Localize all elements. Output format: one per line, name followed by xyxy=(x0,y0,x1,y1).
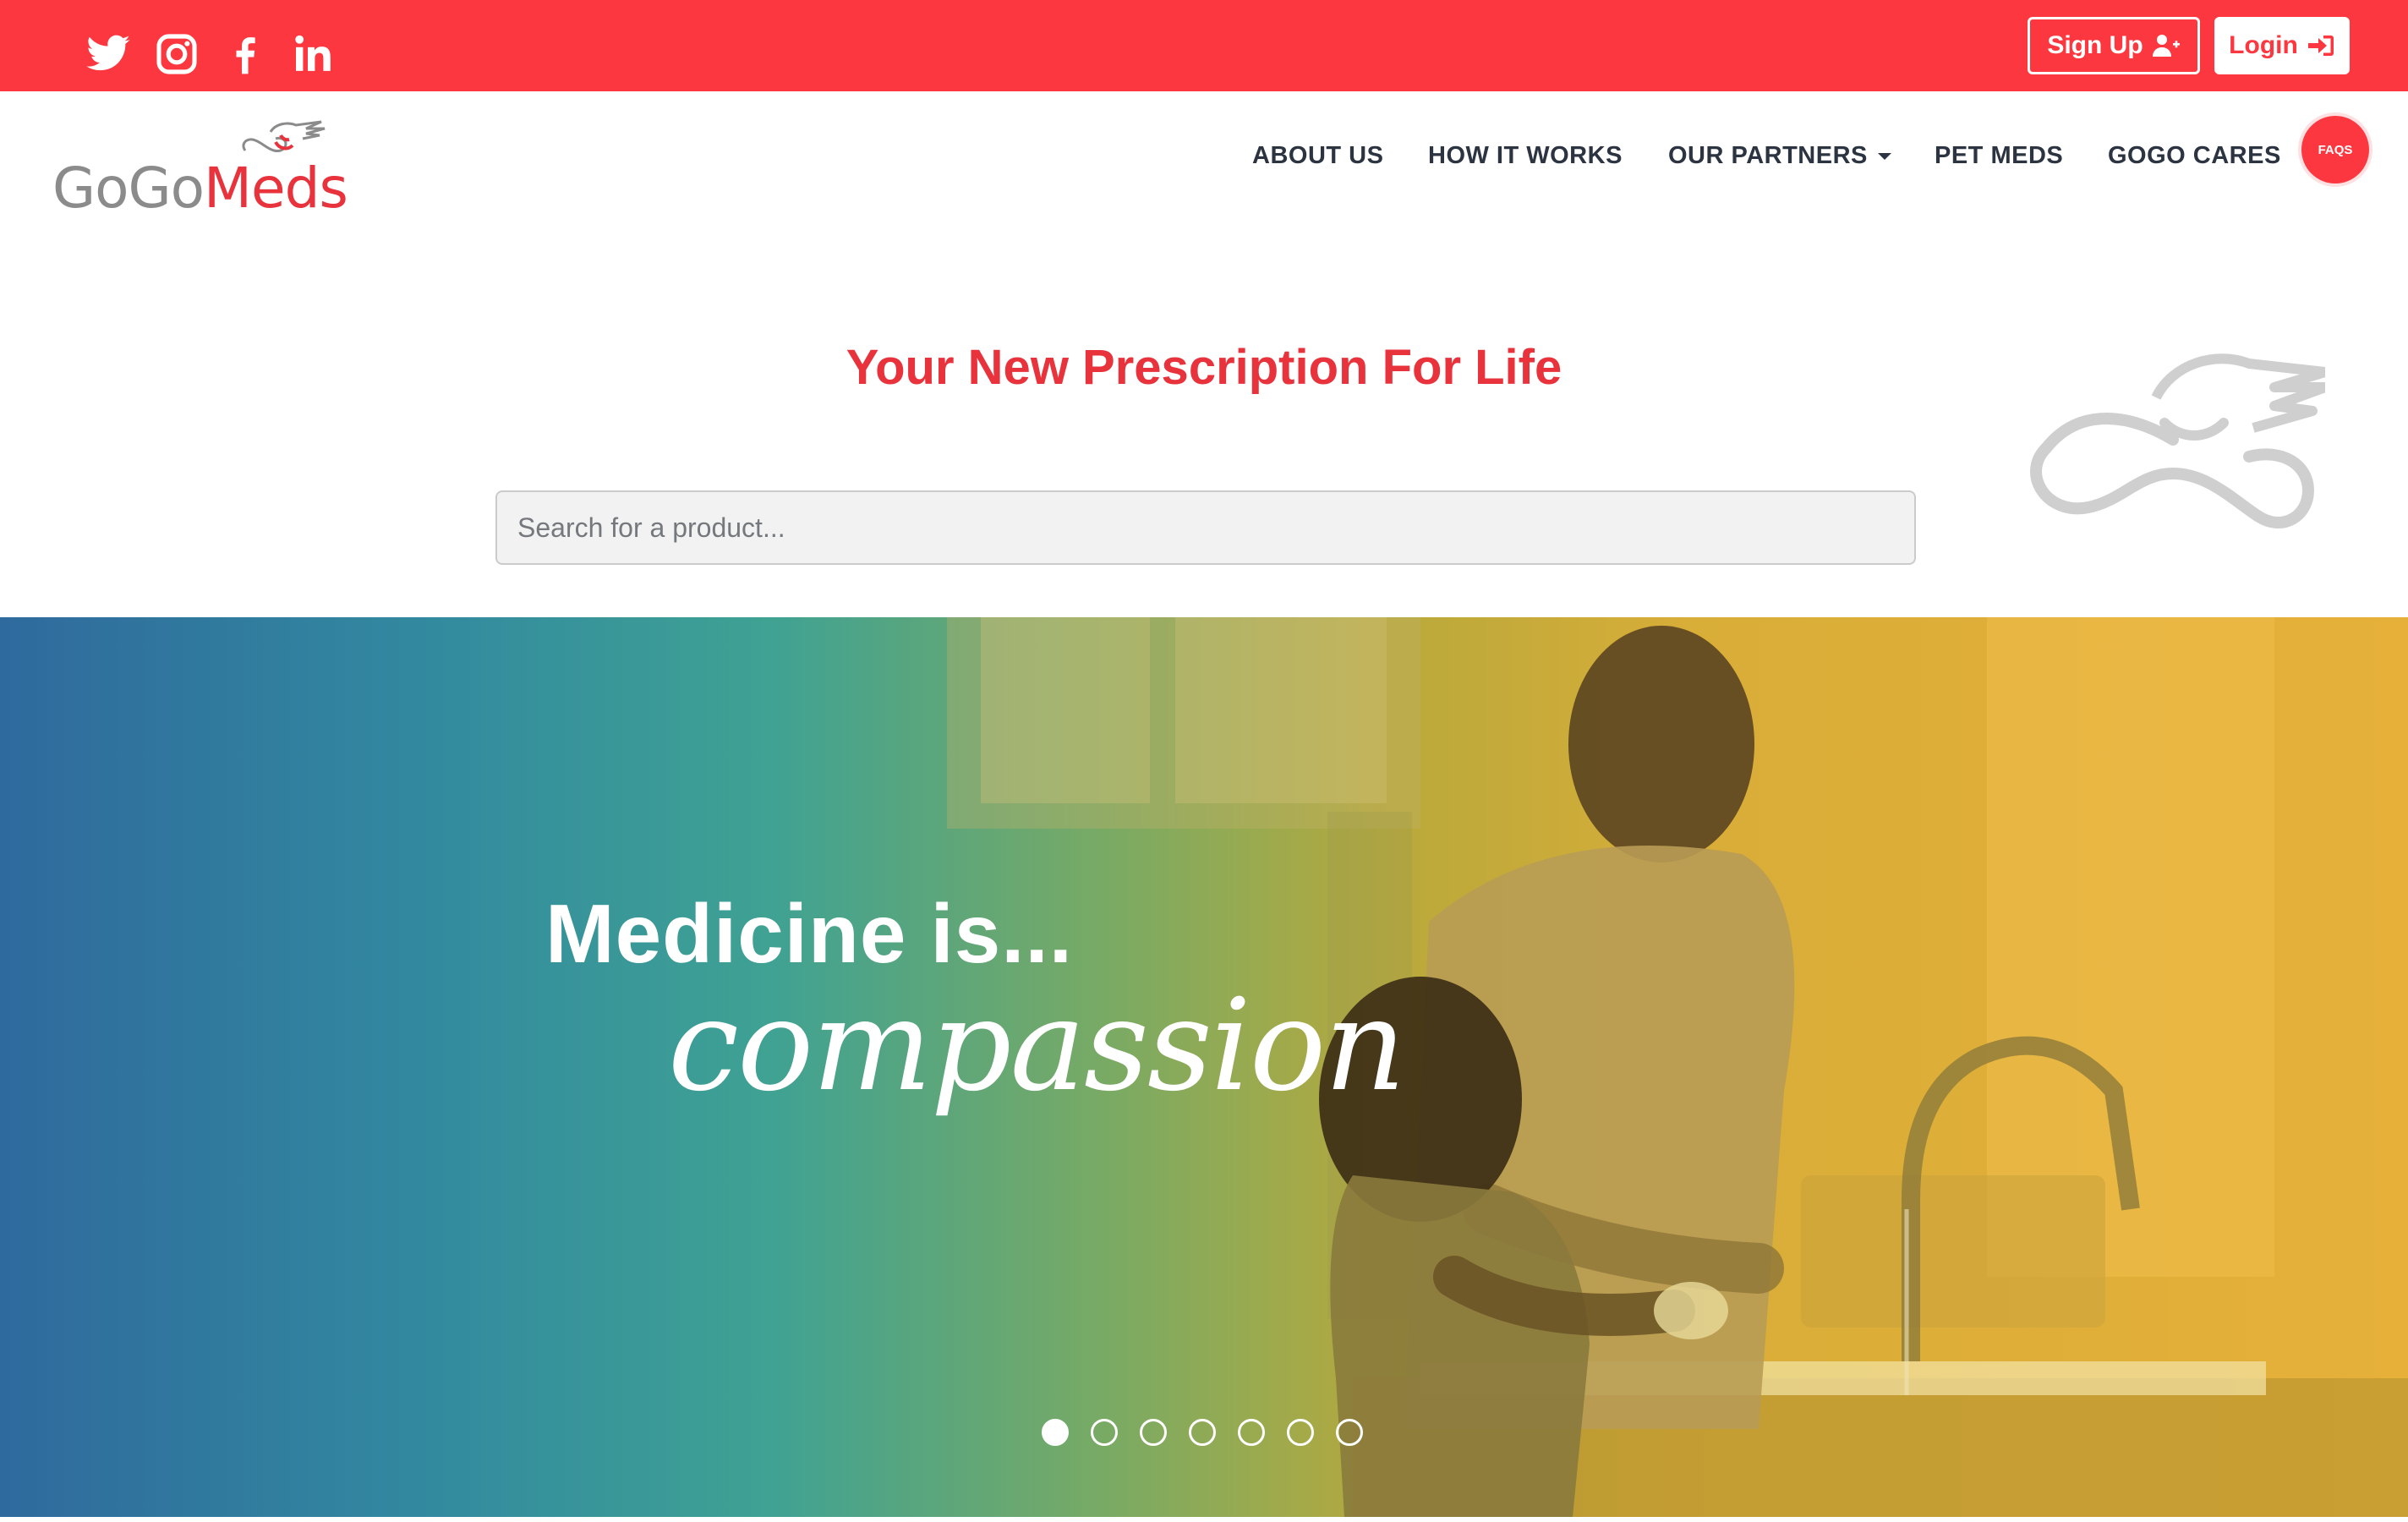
nav-gogo-cares-label: GOGO CARES xyxy=(2108,141,2281,169)
nav-links: ABOUT US HOW IT WORKS OUR PARTNERS PET M… xyxy=(0,91,2408,260)
carousel-dot-4[interactable] xyxy=(1189,1419,1216,1446)
nav-our-partners[interactable]: OUR PARTNERS xyxy=(1668,139,1891,172)
nav-about-us[interactable]: ABOUT US xyxy=(1252,139,1383,172)
nav-pet-meds-label: PET MEDS xyxy=(1935,141,2064,169)
banner-script-word: compassion xyxy=(668,972,1406,1120)
social-links xyxy=(85,30,358,78)
login-label: Login xyxy=(2229,31,2298,59)
nav-gogo-cares[interactable]: GOGO CARES xyxy=(2108,139,2281,172)
carousel-dot-2[interactable] xyxy=(1091,1419,1118,1446)
nav-about-us-label: ABOUT US xyxy=(1252,141,1384,169)
nav-how-it-works-label: HOW IT WORKS xyxy=(1428,141,1623,169)
sign-up-label: Sign Up xyxy=(2047,31,2143,59)
carousel-dot-5[interactable] xyxy=(1238,1419,1265,1446)
login-button[interactable]: Login xyxy=(2214,17,2350,74)
instagram-icon[interactable] xyxy=(153,30,200,78)
user-plus-icon xyxy=(2152,35,2180,57)
sign-in-icon xyxy=(2307,36,2334,56)
carousel-dot-7[interactable] xyxy=(1336,1419,1363,1446)
carousel-dot-3[interactable] xyxy=(1140,1419,1167,1446)
main-navbar: GoGoMeds ABOUT US HOW IT WORKS OUR PARTN… xyxy=(0,91,2408,260)
product-search-input[interactable] xyxy=(495,490,1916,565)
hero-banner-carousel: Medicine is... compassion xyxy=(0,617,2408,1517)
sign-up-button[interactable]: Sign Up xyxy=(2028,17,2200,74)
carousel-dot-6[interactable] xyxy=(1287,1419,1314,1446)
carousel-dot-1[interactable] xyxy=(1042,1419,1069,1446)
faqs-label: FAQS xyxy=(2318,142,2353,157)
faqs-button[interactable]: FAQS xyxy=(2301,116,2369,183)
nav-how-it-works[interactable]: HOW IT WORKS xyxy=(1428,139,1623,172)
banner-headline: Medicine is... xyxy=(545,887,1073,980)
bird-watermark-icon xyxy=(2030,353,2325,529)
caret-down-icon xyxy=(1877,153,1891,160)
top-bar: Sign Up Login xyxy=(0,0,2408,91)
linkedin-icon[interactable] xyxy=(290,30,337,78)
nav-our-partners-label: OUR PARTNERS xyxy=(1668,141,1868,169)
nav-pet-meds[interactable]: PET MEDS xyxy=(1935,139,2063,172)
carousel-indicators xyxy=(1042,1419,1363,1446)
twitter-icon[interactable] xyxy=(85,30,132,78)
facebook-icon[interactable] xyxy=(222,30,269,78)
